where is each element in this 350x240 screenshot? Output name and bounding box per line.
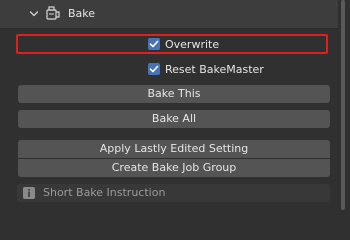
- panel-title: Bake: [68, 7, 96, 20]
- info-icon: [23, 187, 35, 199]
- reset-bakemaster-checkbox[interactable]: [148, 63, 160, 75]
- chevron-down-icon[interactable]: [29, 9, 39, 19]
- apply-lastly-edited-setting-button[interactable]: Apply Lastly Edited Setting: [18, 140, 330, 158]
- scrollbar[interactable]: [341, 0, 345, 210]
- checkmark-icon: [149, 65, 159, 73]
- create-bake-job-group-button[interactable]: Create Bake Job Group: [18, 159, 330, 177]
- bake-this-button[interactable]: Bake This: [18, 85, 330, 103]
- short-bake-instruction-row[interactable]: Short Bake Instruction: [17, 184, 330, 202]
- overwrite-checkbox-row[interactable]: Overwrite: [148, 35, 219, 53]
- overwrite-checkbox[interactable]: [148, 38, 160, 50]
- reset-bakemaster-checkbox-row[interactable]: Reset BakeMaster: [148, 60, 264, 78]
- reset-bakemaster-label: Reset BakeMaster: [165, 62, 264, 76]
- short-bake-instruction-label: Short Bake Instruction: [43, 186, 166, 199]
- panel-header[interactable]: Bake: [0, 0, 338, 29]
- overwrite-label: Overwrite: [165, 37, 220, 51]
- checkmark-icon: [149, 40, 159, 48]
- bake-icon: [46, 6, 60, 20]
- bake-all-button[interactable]: Bake All: [18, 110, 330, 128]
